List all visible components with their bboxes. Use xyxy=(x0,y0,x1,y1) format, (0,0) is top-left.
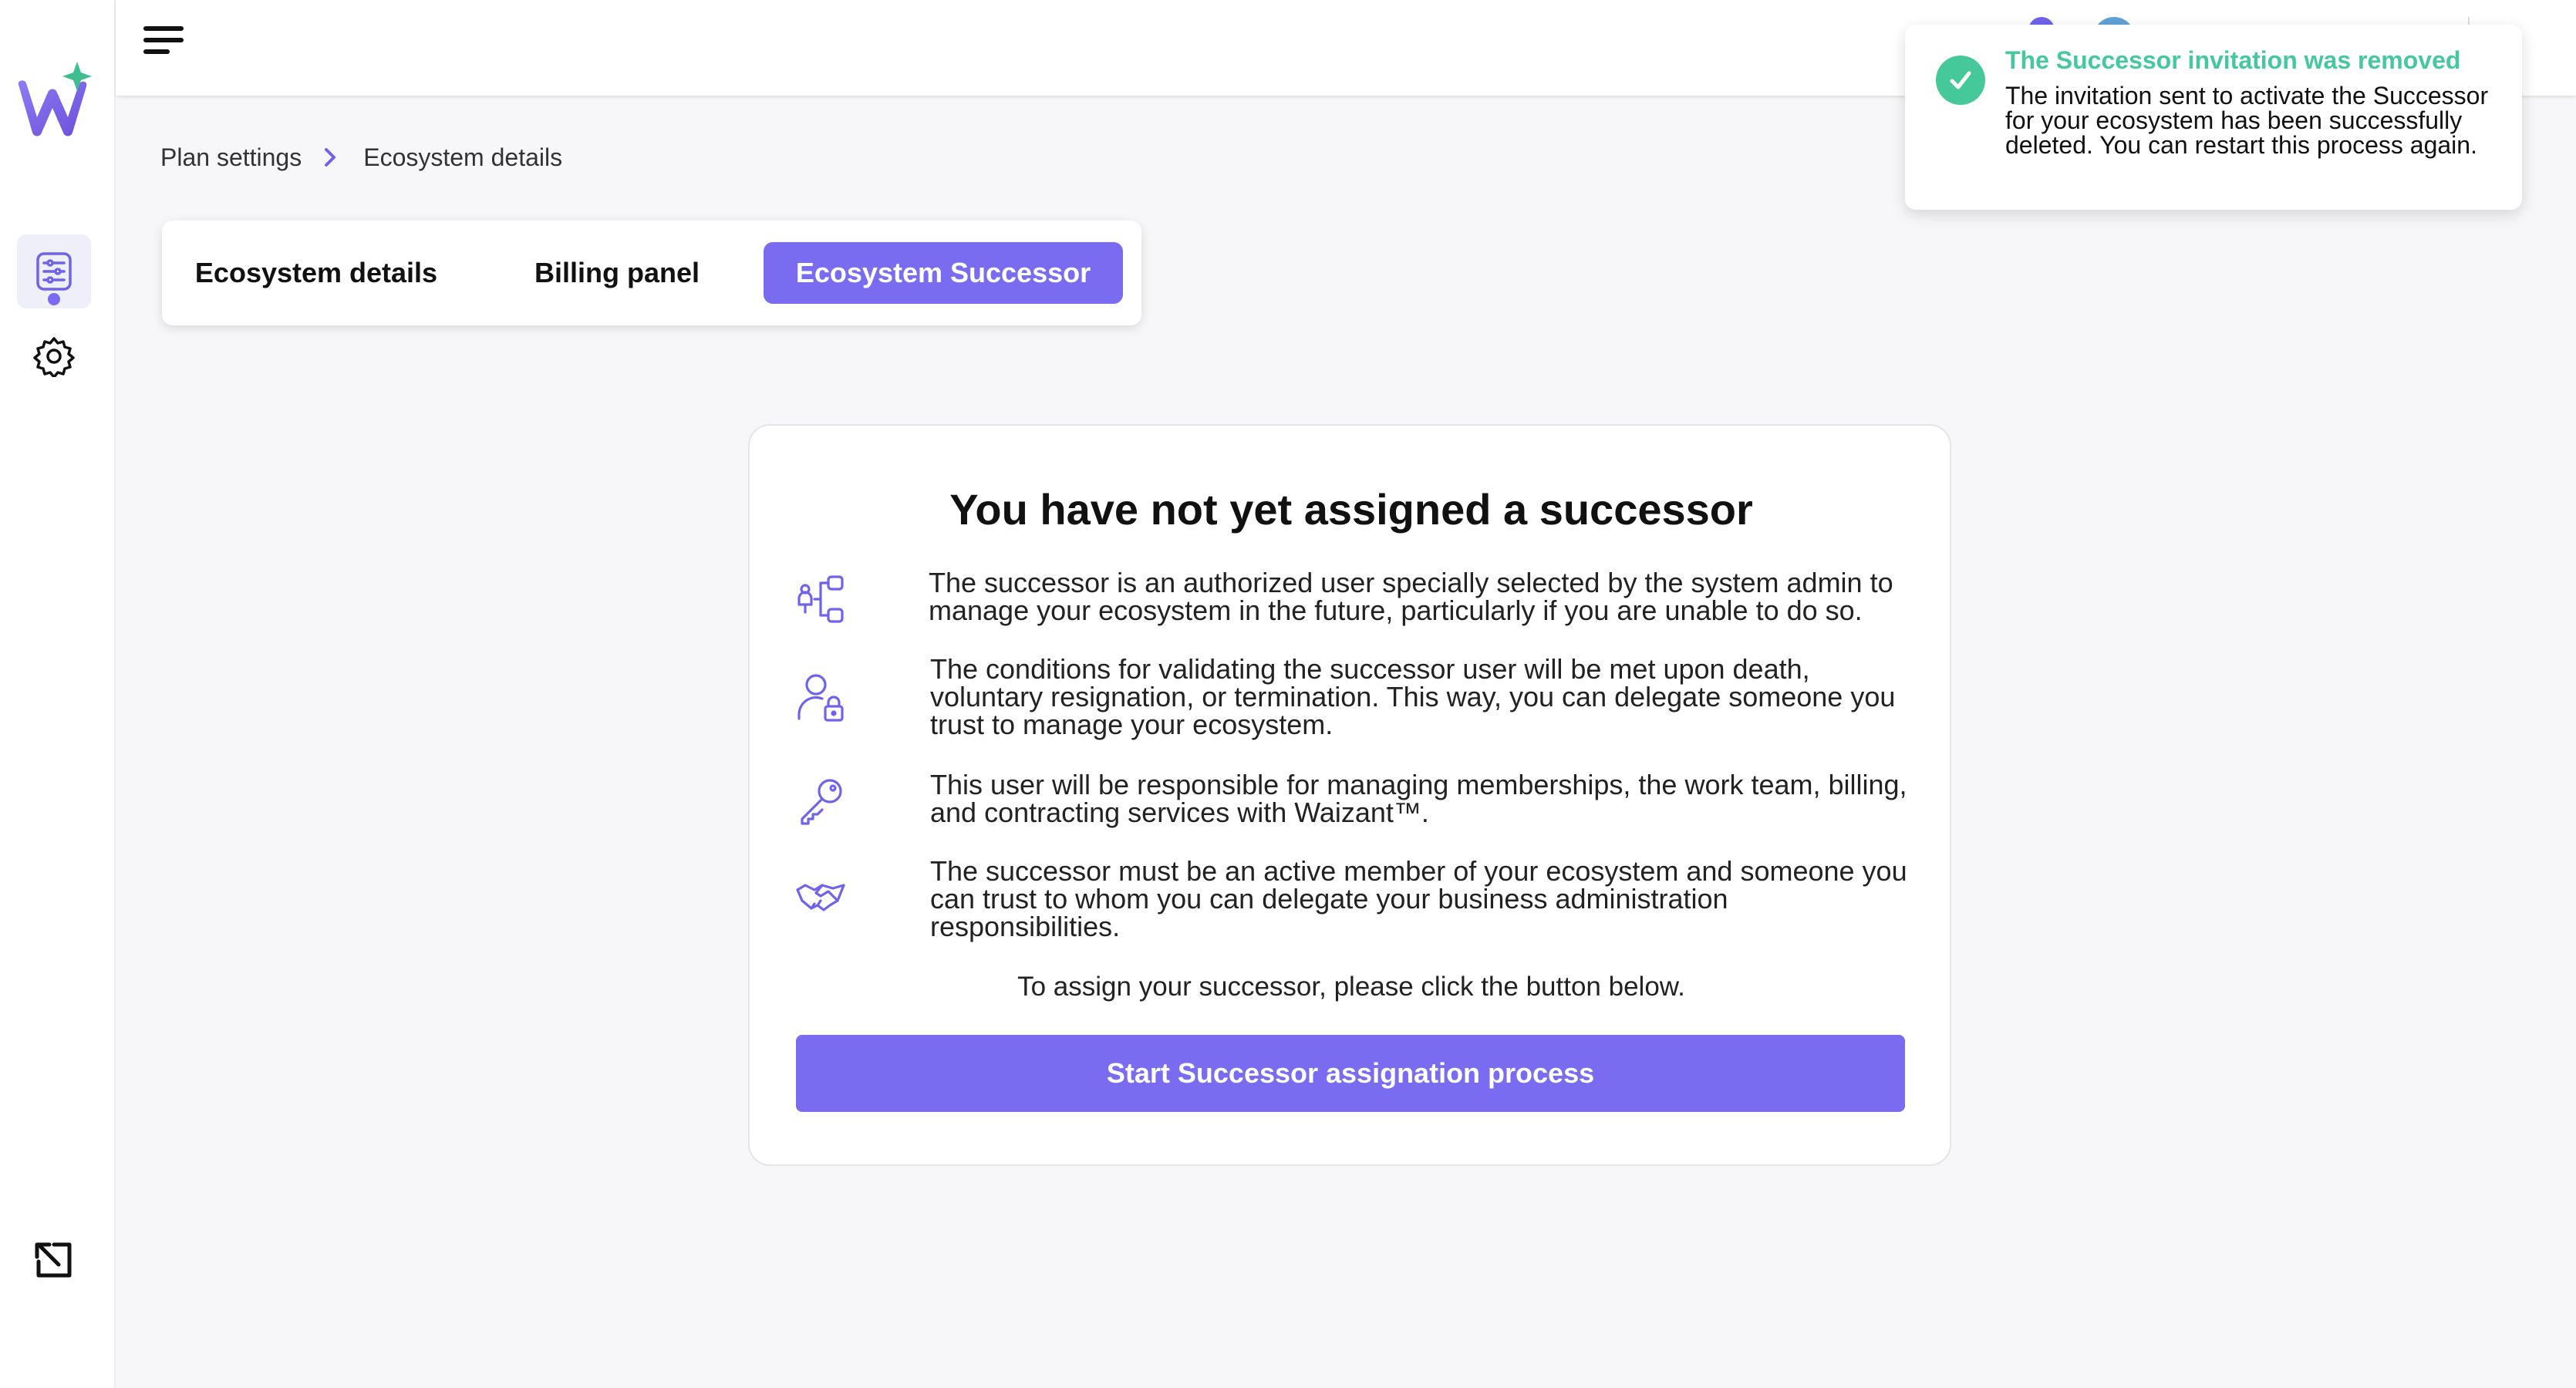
key-icon xyxy=(794,774,848,828)
toast-message: The invitation sent to activate the Succ… xyxy=(2005,82,2489,159)
exit-arrow-icon[interactable] xyxy=(31,1237,77,1283)
breadcrumb-ecosystem-details: Ecosystem details xyxy=(363,143,563,171)
settings-list-icon xyxy=(36,252,72,291)
successor-card: You have not yet assigned a successor Th… xyxy=(748,424,1951,1166)
check-circle-icon xyxy=(1936,56,1985,105)
waizant-logo[interactable] xyxy=(12,62,103,142)
handshake-icon xyxy=(794,870,848,924)
breadcrumb-plan-settings[interactable]: Plan settings xyxy=(160,143,302,172)
hamburger-menu-icon[interactable] xyxy=(143,26,184,57)
info-text: This user will be responsible for managi… xyxy=(930,769,1907,828)
sidebar xyxy=(0,0,116,1388)
active-indicator xyxy=(48,293,60,305)
card-title: You have not yet assigned a successor xyxy=(949,485,1753,534)
hierarchy-user-icon xyxy=(794,572,848,626)
info-text: The successor is an authorized user spec… xyxy=(929,567,1893,626)
tab-bar: Ecosystem details Billing panel Ecosyste… xyxy=(162,221,1141,325)
tab-billing-panel[interactable]: Billing panel xyxy=(501,242,733,304)
sidebar-item-settings[interactable] xyxy=(17,319,91,393)
assign-note: To assign your successor, please click t… xyxy=(1017,972,1685,1002)
info-text: The successor must be an active member o… xyxy=(930,855,1907,942)
info-text: The conditions for validating the succes… xyxy=(930,653,1896,740)
tab-ecosystem-details[interactable]: Ecosystem details xyxy=(193,242,440,304)
gear-icon xyxy=(33,337,75,377)
start-successor-assignation-button[interactable]: Start Successor assignation process xyxy=(796,1035,1905,1112)
tab-ecosystem-successor[interactable]: Ecosystem Successor xyxy=(764,242,1123,304)
chevron-right-icon xyxy=(323,145,342,170)
success-toast[interactable]: The Successor invitation was removed The… xyxy=(1905,25,2522,210)
sidebar-item-plan-settings[interactable] xyxy=(17,234,91,308)
breadcrumb: Plan settings Ecosystem details xyxy=(160,142,562,173)
toast-title: The Successor invitation was removed xyxy=(2005,46,2461,74)
user-lock-icon xyxy=(794,671,848,725)
